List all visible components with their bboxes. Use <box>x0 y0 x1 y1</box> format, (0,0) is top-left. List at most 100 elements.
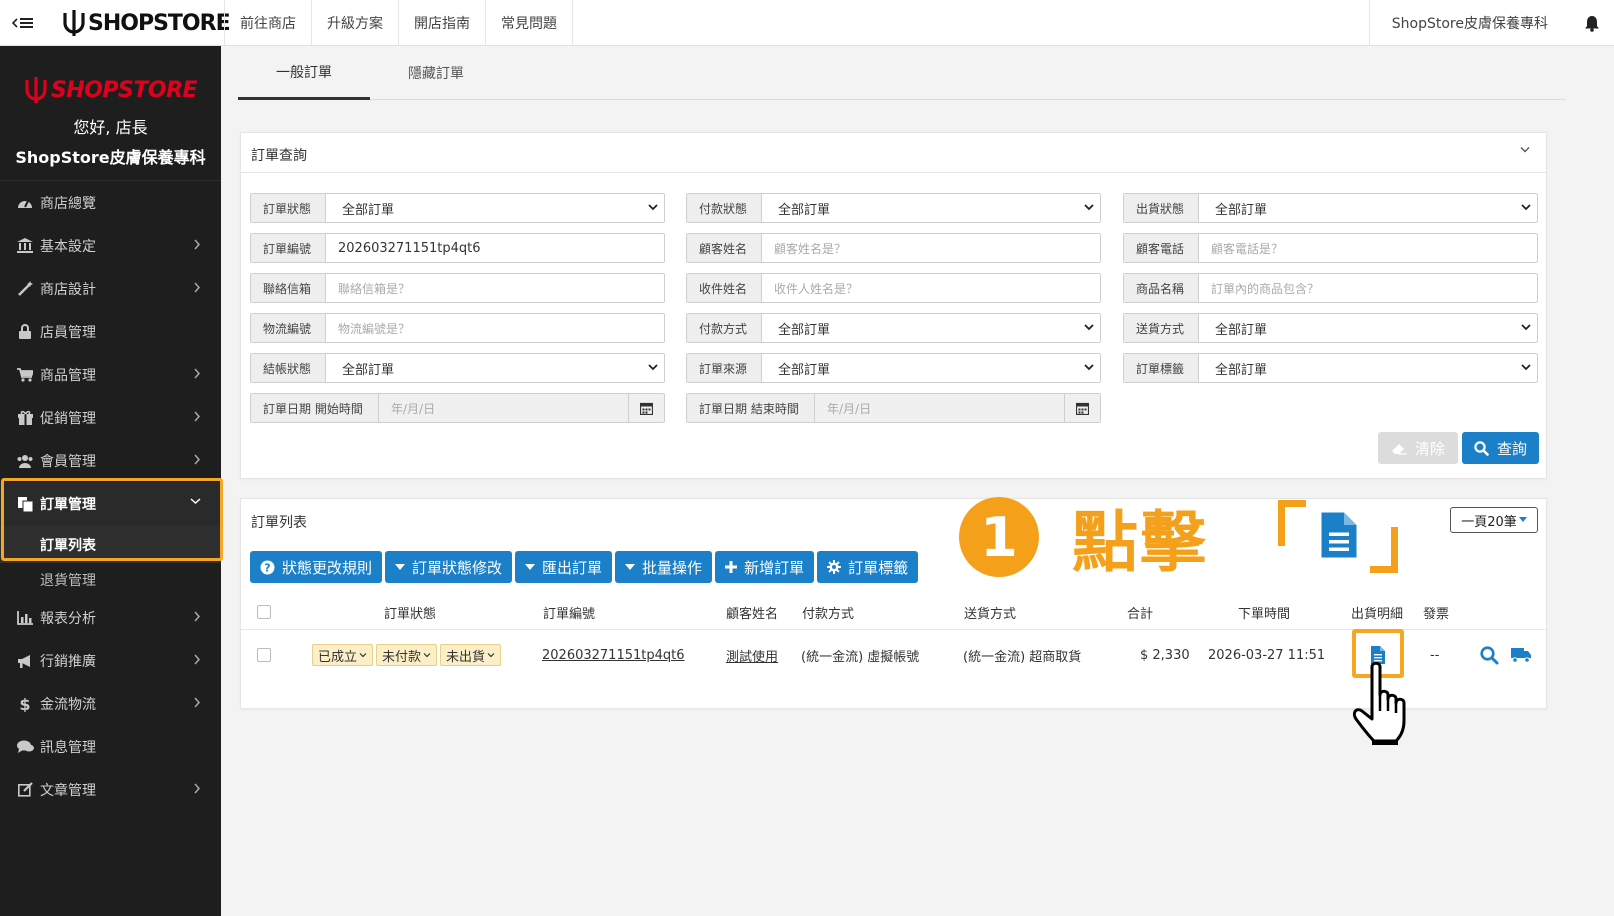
tab-normal-orders[interactable]: 一般訂單 <box>238 46 370 100</box>
top-logo[interactable]: SHOPSTORE <box>62 8 231 38</box>
sidebar-item-design[interactable]: 商店設計 <box>0 267 221 310</box>
nav-faq[interactable]: 常見問題 <box>486 0 573 46</box>
sidebar-logo: SHOPSTORE <box>0 76 221 104</box>
sidebar-item-products[interactable]: 商品管理 <box>0 353 221 396</box>
order-date-start-field[interactable]: 訂單日期 開始時間 年/月/日 <box>250 393 665 423</box>
payment-status-select[interactable]: 付款狀態 全部訂單 <box>686 193 1101 223</box>
customer-name-link[interactable]: 測試使用 <box>726 631 778 679</box>
bullhorn-icon <box>18 654 30 668</box>
chevron-down-icon <box>487 653 495 658</box>
col-delivery-method[interactable]: 送貨方式 <box>964 594 1016 630</box>
sidebar-item-messages[interactable]: 訊息管理 <box>0 725 221 768</box>
order-number-field[interactable]: 訂單編號 202603271151tp4qt6 <box>250 233 665 263</box>
payment-method-select[interactable]: 付款方式 全部訂單 <box>686 313 1101 343</box>
order-number-link[interactable]: 202603271151tp4qt6 <box>542 631 685 679</box>
email-field[interactable]: 聯絡信箱 聯絡信箱是？ <box>250 273 665 303</box>
order-status-badge[interactable]: 已成立 <box>312 644 374 666</box>
field-label: 送貨方式 <box>1124 314 1199 342</box>
product-name-field[interactable]: 商品名稱 訂單內的商品包含？ <box>1123 273 1538 303</box>
query-panel-header[interactable]: 訂單查詢 <box>241 133 1546 173</box>
order-date-end-field[interactable]: 訂單日期 結束時間 年/月/日 <box>686 393 1101 423</box>
customer-name-input[interactable]: 顧客姓名是？ <box>762 234 1100 262</box>
sidebar-subitem-returns[interactable]: 退貨管理 <box>0 563 221 596</box>
order-tabs: 一般訂單 隱藏訂單 <box>238 46 1566 100</box>
col-customer-name[interactable]: 顧客姓名 <box>726 594 778 630</box>
date-end-input[interactable]: 年/月/日 <box>815 394 1064 422</box>
top-right: ShopStore皮膚保養專科 <box>1368 0 1614 46</box>
select-all-checkbox[interactable] <box>257 605 271 619</box>
top-bar: SHOPSTORE 前往商店 升級方案 開店指南 常見問題 ShopStore皮… <box>0 0 1614 46</box>
search-button[interactable]: 查詢 <box>1462 432 1539 464</box>
total-cell: $ 2,330 <box>1140 647 1190 663</box>
row-checkbox[interactable] <box>257 648 271 662</box>
per-page-select[interactable]: 一頁20筆 <box>1450 507 1538 533</box>
order-query-panel: 訂單查詢 訂單狀態 全部訂單 付款狀態 全部訂單 出貨狀態 全部訂單 訂單編號 … <box>240 132 1547 479</box>
caret-down-icon <box>625 564 636 570</box>
nav-store-guide[interactable]: 開店指南 <box>399 0 486 46</box>
checkout-status-select[interactable]: 結帳狀態 全部訂單 <box>250 353 665 383</box>
logistics-number-input[interactable]: 物流編號是？ <box>326 314 664 342</box>
order-status-edit-button[interactable]: 訂單狀態修改 <box>385 551 513 583</box>
calendar-button[interactable] <box>628 394 664 422</box>
logistics-number-field[interactable]: 物流編號 物流編號是？ <box>250 313 665 343</box>
date-start-input[interactable]: 年/月/日 <box>379 394 628 422</box>
sidebar-item-articles[interactable]: 文章管理 <box>0 768 221 811</box>
sidebar-subitem-order-list[interactable]: 訂單列表 <box>0 526 221 563</box>
col-order-number[interactable]: 訂單編號 <box>543 594 595 630</box>
clear-button[interactable]: 清除 <box>1378 432 1458 464</box>
tab-hidden-orders[interactable]: 隱藏訂單 <box>370 46 502 100</box>
gift-icon <box>17 410 33 425</box>
sidebar-item-overview[interactable]: 商店總覽 <box>0 181 221 224</box>
field-label: 出貨狀態 <box>1124 194 1199 222</box>
order-source-select[interactable]: 訂單來源 全部訂單 <box>686 353 1101 383</box>
col-shipping-detail: 出貨明細 <box>1351 606 1404 622</box>
field-label: 物流編號 <box>251 314 326 342</box>
sidebar-toggle-button[interactable] <box>0 0 46 46</box>
order-tags-button[interactable]: 訂單標籤 <box>817 551 919 583</box>
shipping-status-badge[interactable]: 未出貨 <box>440 644 502 666</box>
view-order-button[interactable] <box>1480 631 1499 679</box>
svg-text:$: $ <box>19 696 30 712</box>
export-orders-button[interactable]: 匯出訂單 <box>515 551 613 583</box>
order-tag-select[interactable]: 訂單標籤 全部訂單 <box>1123 353 1538 383</box>
sidebar-item-promotions[interactable]: 促銷管理 <box>0 396 221 439</box>
store-name-link[interactable]: ShopStore皮膚保養專科 <box>1370 13 1570 33</box>
nav-goto-store[interactable]: 前往商店 <box>225 0 312 46</box>
customer-phone-input[interactable]: 顧客電話是？ <box>1199 234 1537 262</box>
sidebar-item-label: 基本設定 <box>40 238 96 255</box>
recipient-name-field[interactable]: 收件姓名 收件人姓名是？ <box>686 273 1101 303</box>
recipient-name-input[interactable]: 收件人姓名是？ <box>762 274 1100 302</box>
customer-name-field[interactable]: 顧客姓名 顧客姓名是？ <box>686 233 1101 263</box>
add-order-button[interactable]: 新增訂單 <box>715 551 815 583</box>
sidebar-item-payment-logistics[interactable]: $ 金流物流 <box>0 682 221 725</box>
chevron-down-icon <box>359 653 367 658</box>
caret-down-icon <box>525 564 536 570</box>
shipment-button[interactable] <box>1511 631 1532 679</box>
sidebar-item-orders[interactable]: 訂單管理 <box>0 482 221 526</box>
order-number-input[interactable]: 202603271151tp4qt6 <box>326 234 664 262</box>
sidebar-item-settings[interactable]: 基本設定 <box>0 224 221 267</box>
shipping-status-select[interactable]: 出貨狀態 全部訂單 <box>1123 193 1538 223</box>
delivery-method-select[interactable]: 送貨方式 全部訂單 <box>1123 313 1538 343</box>
col-order-status[interactable]: 訂單狀態 <box>384 594 436 630</box>
calendar-button[interactable] <box>1064 394 1100 422</box>
field-label: 訂單狀態 <box>251 194 326 222</box>
product-name-input[interactable]: 訂單內的商品包含？ <box>1199 274 1537 302</box>
sidebar-item-marketing[interactable]: 行銷推廣 <box>0 639 221 682</box>
notification-button[interactable] <box>1570 15 1614 32</box>
col-order-time[interactable]: 下單時間 <box>1238 594 1290 630</box>
toolbar-label: 匯出訂單 <box>542 558 603 577</box>
status-rules-button[interactable]: ? 狀態更改規則 <box>250 551 383 583</box>
customer-phone-field[interactable]: 顧客電話 顧客電話是？ <box>1123 233 1538 263</box>
email-input[interactable]: 聯絡信箱是？ <box>326 274 664 302</box>
chevron-down-icon[interactable] <box>1520 146 1530 153</box>
col-payment-method[interactable]: 付款方式 <box>802 594 854 630</box>
payment-status-badge[interactable]: 未付款 <box>376 644 438 666</box>
batch-actions-button[interactable]: 批量操作 <box>615 551 713 583</box>
sidebar-item-members[interactable]: 會員管理 <box>0 439 221 482</box>
nav-upgrade-plan[interactable]: 升級方案 <box>312 0 399 46</box>
order-status-select[interactable]: 訂單狀態 全部訂單 <box>250 193 665 223</box>
col-total[interactable]: 合計 <box>1127 594 1153 630</box>
sidebar-item-staff[interactable]: 店員管理 <box>0 310 221 353</box>
sidebar-item-reports[interactable]: 報表分析 <box>0 596 221 639</box>
